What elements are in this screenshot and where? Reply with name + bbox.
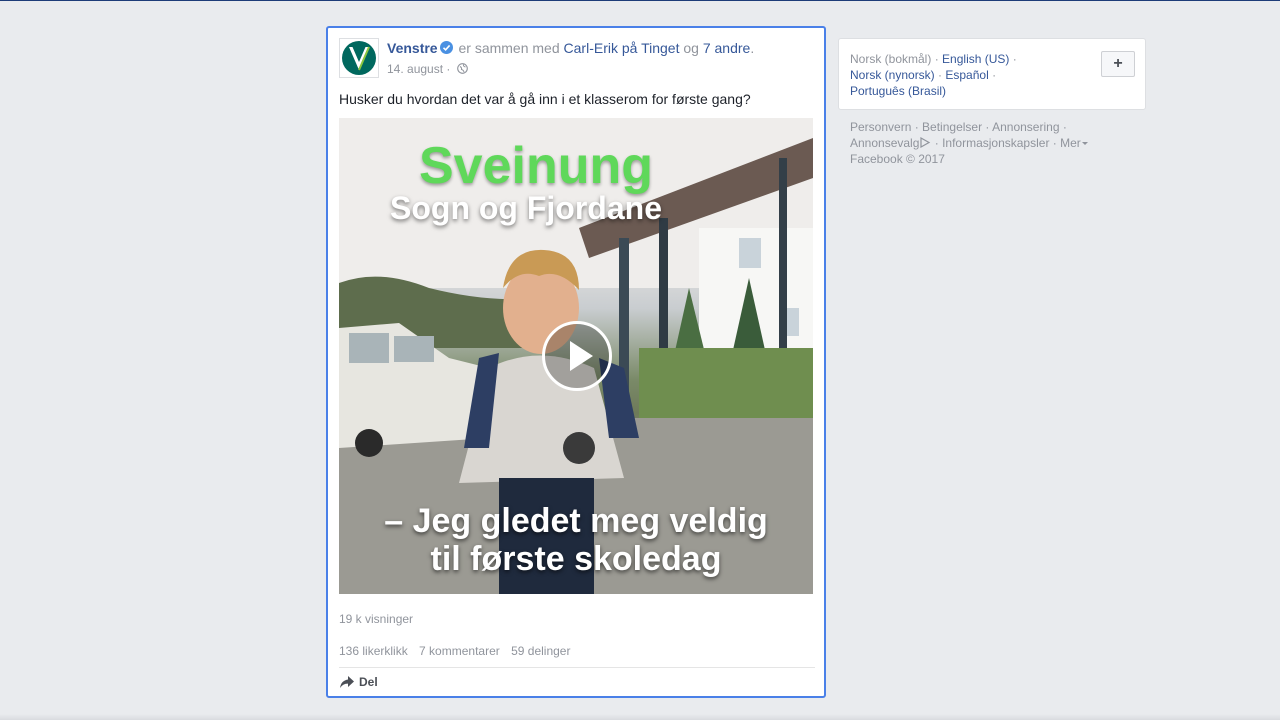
share-button[interactable]: Del bbox=[339, 675, 378, 693]
action-divider bbox=[339, 667, 815, 668]
overlay-quote-line2: til første skoledag bbox=[430, 540, 722, 578]
like-count[interactable]: 136 likerklikk bbox=[339, 644, 408, 658]
footer-link-more[interactable]: Mer bbox=[1060, 136, 1081, 150]
comment-count[interactable]: 7 kommentarer bbox=[419, 644, 500, 658]
post-message: Husker du hvordan det var å gå inn i et … bbox=[339, 91, 751, 107]
post-card: Venstre er sammen med Carl-Erik på Tinge… bbox=[326, 26, 826, 698]
footer-link-advertising[interactable]: Annonsering bbox=[992, 120, 1059, 134]
language-option-english[interactable]: English (US) bbox=[942, 52, 1009, 66]
language-option-nynorsk[interactable]: Norsk (nynorsk) bbox=[850, 68, 935, 82]
adchoices-icon bbox=[919, 136, 931, 149]
footer-link-privacy[interactable]: Personvern bbox=[850, 120, 911, 134]
period-text: . bbox=[750, 40, 755, 56]
footer-link-terms[interactable]: Betingelser bbox=[922, 120, 982, 134]
current-language: Norsk (bokmål) bbox=[850, 52, 932, 66]
share-label: Del bbox=[359, 675, 378, 689]
venstre-logo-icon[interactable] bbox=[339, 38, 379, 78]
overlay-name: Sveinung bbox=[418, 137, 654, 195]
language-option-portuguese[interactable]: Português (Brasil) bbox=[850, 84, 946, 98]
copyright: Facebook © 2017 bbox=[850, 152, 945, 166]
footer-link-cookies[interactable]: Informasjonskapsler bbox=[942, 136, 1049, 150]
video-player[interactable]: Sveinung Sogn og Fjordane – Jeg gledet m… bbox=[339, 118, 813, 594]
language-option-spanish[interactable]: Español bbox=[945, 68, 988, 82]
footer-link-adchoices[interactable]: Annonsevalg bbox=[850, 136, 919, 150]
language-selector-box: Norsk (bokmål) · English (US) · Norsk (n… bbox=[838, 38, 1146, 110]
overlay-quote-line1: – Jeg gledet meg veldig bbox=[384, 502, 768, 540]
language-list: Norsk (bokmål) · English (US) · Norsk (n… bbox=[850, 51, 1080, 99]
separator: · bbox=[934, 52, 939, 66]
and-text: og bbox=[683, 40, 699, 56]
globe-icon[interactable] bbox=[456, 63, 468, 74]
post-header: Venstre er sammen med Carl-Erik på Tinge… bbox=[387, 40, 754, 56]
share-count[interactable]: 59 delinger bbox=[511, 644, 570, 658]
tagged-person-link[interactable]: Carl-Erik på Tinget bbox=[564, 40, 680, 56]
overlay-region: Sogn og Fjordane bbox=[390, 190, 662, 226]
footer-links: Personvern · Betingelser · Annonsering ·… bbox=[850, 119, 1110, 167]
top-bar-edge bbox=[0, 0, 1280, 1]
share-arrow-icon bbox=[340, 676, 354, 688]
author-link[interactable]: Venstre bbox=[387, 40, 438, 56]
verified-badge-icon bbox=[439, 41, 453, 54]
separator: · bbox=[1012, 52, 1017, 66]
caret-down-icon bbox=[1081, 142, 1088, 145]
play-button[interactable] bbox=[542, 321, 612, 391]
engagement-stats: 136 likerklikk 7 kommentarer 59 delinger bbox=[339, 644, 578, 658]
play-icon bbox=[570, 341, 593, 371]
view-count[interactable]: 19 k visninger bbox=[339, 612, 413, 626]
with-text: er sammen med bbox=[458, 40, 560, 56]
meta-separator: · bbox=[446, 62, 451, 76]
post-meta: 14. august · bbox=[387, 62, 468, 76]
bottom-edge bbox=[0, 714, 1280, 720]
separator: · bbox=[992, 68, 997, 82]
add-language-button[interactable]: + bbox=[1101, 51, 1135, 77]
separator: · bbox=[938, 68, 943, 82]
others-link[interactable]: 7 andre bbox=[703, 40, 750, 56]
post-date[interactable]: 14. august bbox=[387, 62, 443, 76]
